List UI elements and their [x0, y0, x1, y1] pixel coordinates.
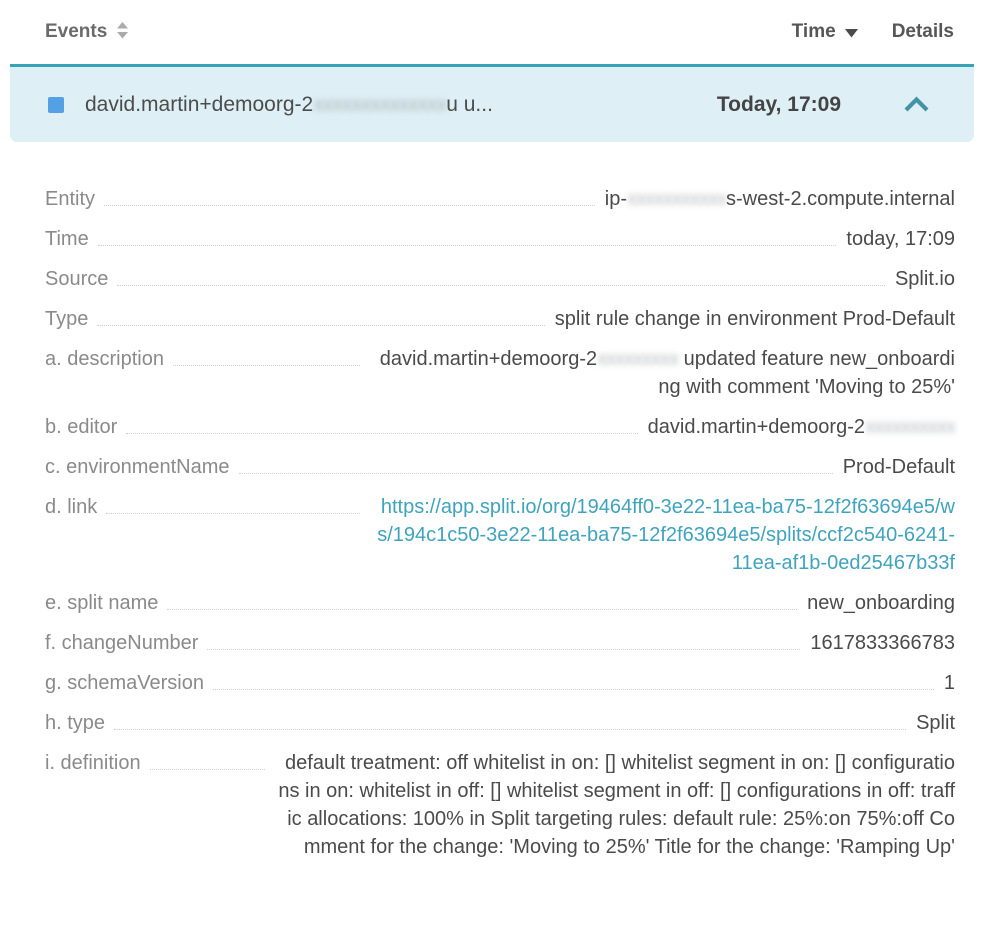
collapse-chevron-up-icon[interactable]: [903, 96, 930, 113]
column-header-events[interactable]: Events: [45, 19, 129, 45]
table-header: Events Time Details: [0, 0, 984, 64]
detail-label: Time: [45, 225, 89, 253]
details-list: Entity ip-xxxxxxxxxxxs-west-2.compute.int…: [0, 185, 984, 861]
dotted-leader: [104, 185, 595, 206]
column-header-details[interactable]: Details: [892, 21, 954, 43]
time-column-label: Time: [792, 21, 836, 43]
detail-row: e. split name new_onboarding: [45, 589, 955, 617]
detail-value: 1617833366783: [810, 629, 955, 657]
text-part: Split: [916, 712, 955, 734]
detail-row: c. environmentName Prod-Default: [45, 453, 955, 481]
detail-row: b. editor david.martin+demoorg-2xxxxxxxxx…: [45, 413, 955, 441]
event-time: Today, 17:09: [717, 93, 841, 117]
detail-row: h. type Split: [45, 709, 955, 737]
detail-value: default treatment: off whitelist in on: …: [275, 749, 955, 861]
dotted-leader: [97, 305, 544, 326]
text-part: david.martin+demoorg-2: [648, 416, 865, 438]
detail-value: david.martin+demoorg-2xxxxxxxxxx: [648, 413, 955, 441]
event-severity-square-icon: [48, 97, 64, 113]
event-title-prefix: david.martin+demoorg-2: [85, 93, 313, 116]
events-column-label: Events: [45, 21, 107, 43]
dotted-leader: [239, 453, 833, 474]
table-header-right: Time Details: [792, 20, 954, 44]
detail-value: today, 17:09: [846, 225, 955, 253]
dotted-leader: [150, 749, 265, 770]
detail-row: Entity ip-xxxxxxxxxxxs-west-2.compute.int…: [45, 185, 955, 213]
event-title: david.martin+demoorg-2xxxxxxxxxxxxxxu u.…: [85, 93, 717, 117]
event-title-suffix: u u...: [446, 93, 493, 116]
detail-label: c. environmentName: [45, 453, 230, 481]
dotted-leader: [98, 225, 837, 246]
detail-row: f. changeNumber 1617833366783: [45, 629, 955, 657]
dotted-leader: [173, 345, 360, 366]
text-part: today, 17:09: [846, 228, 955, 250]
detail-row: Source Split.io: [45, 265, 955, 293]
link-value[interactable]: https://app.split.io/org/19464ff0-3e22-1…: [377, 496, 955, 574]
detail-label: Source: [45, 265, 108, 293]
detail-row: a. description david.martin+demoorg-2xxxx…: [45, 345, 955, 401]
detail-value: split rule change in environment Prod-De…: [555, 305, 955, 333]
dotted-leader: [207, 629, 800, 650]
text-part: updated feature new_onboarding with comm…: [658, 348, 955, 398]
text-part: default treatment: off whitelist in on: …: [278, 752, 955, 858]
text-part: 1617833366783: [810, 632, 955, 654]
redacted-text: xxxxxxxxx: [597, 348, 678, 370]
events-panel: Events Time Details david.martin+demoorg…: [0, 0, 984, 926]
redacted-text: xxxxxxxxxx: [865, 416, 955, 438]
detail-label: Entity: [45, 185, 95, 213]
sort-icon[interactable]: [116, 22, 129, 45]
sort-descending-icon: [845, 22, 858, 44]
column-header-time[interactable]: Time: [792, 20, 858, 44]
dotted-leader: [106, 493, 360, 514]
detail-label: Type: [45, 305, 88, 333]
event-row-selected[interactable]: david.martin+demoorg-2xxxxxxxxxxxxxxu u.…: [10, 64, 974, 142]
detail-label: e. split name: [45, 589, 158, 617]
text-part: https://app.split.io/org/19464ff0-3e22-1…: [377, 496, 955, 574]
detail-row: Time today, 17:09: [45, 225, 955, 253]
detail-row: Type split rule change in environment Pro…: [45, 305, 955, 333]
dotted-leader: [114, 709, 906, 730]
dotted-leader: [167, 589, 797, 610]
detail-value: david.martin+demoorg-2xxxxxxxxx updated …: [370, 345, 955, 401]
text-part: s-west-2.compute.internal: [726, 188, 955, 210]
detail-value: Split.io: [895, 265, 955, 293]
redacted-text: xxxxxxxxxxx: [627, 188, 726, 210]
text-part: david.martin+demoorg-2: [380, 348, 597, 370]
detail-label: d. link: [45, 493, 97, 521]
detail-label: b. editor: [45, 413, 117, 441]
redacted-text: xxxxxxxxxxxxxx: [313, 93, 446, 116]
detail-row: i. definition default treatment: off whit…: [45, 749, 955, 861]
detail-value: new_onboarding: [807, 589, 955, 617]
dotted-leader: [213, 669, 934, 690]
text-part: ip-: [605, 188, 627, 210]
detail-value: Split: [916, 709, 955, 737]
detail-label: a. description: [45, 345, 164, 373]
text-part: new_onboarding: [807, 592, 955, 614]
text-part: Prod-Default: [843, 456, 955, 478]
dotted-leader: [126, 413, 637, 434]
detail-value: ip-xxxxxxxxxxxs-west-2.compute.internal: [605, 185, 955, 213]
text-part: split rule change in environment Prod-De…: [555, 308, 955, 330]
dotted-leader: [117, 265, 885, 286]
detail-label: h. type: [45, 709, 105, 737]
detail-label: g. schemaVersion: [45, 669, 204, 697]
text-part: 1: [944, 672, 955, 694]
detail-label: f. changeNumber: [45, 629, 198, 657]
detail-row: d. link https://app.split.io/org/19464ff0…: [45, 493, 955, 577]
detail-label: i. definition: [45, 749, 141, 777]
detail-value: https://app.split.io/org/19464ff0-3e22-1…: [370, 493, 955, 577]
detail-value: Prod-Default: [843, 453, 955, 481]
text-part: Split.io: [895, 268, 955, 290]
detail-value: 1: [944, 669, 955, 697]
detail-row: g. schemaVersion 1: [45, 669, 955, 697]
